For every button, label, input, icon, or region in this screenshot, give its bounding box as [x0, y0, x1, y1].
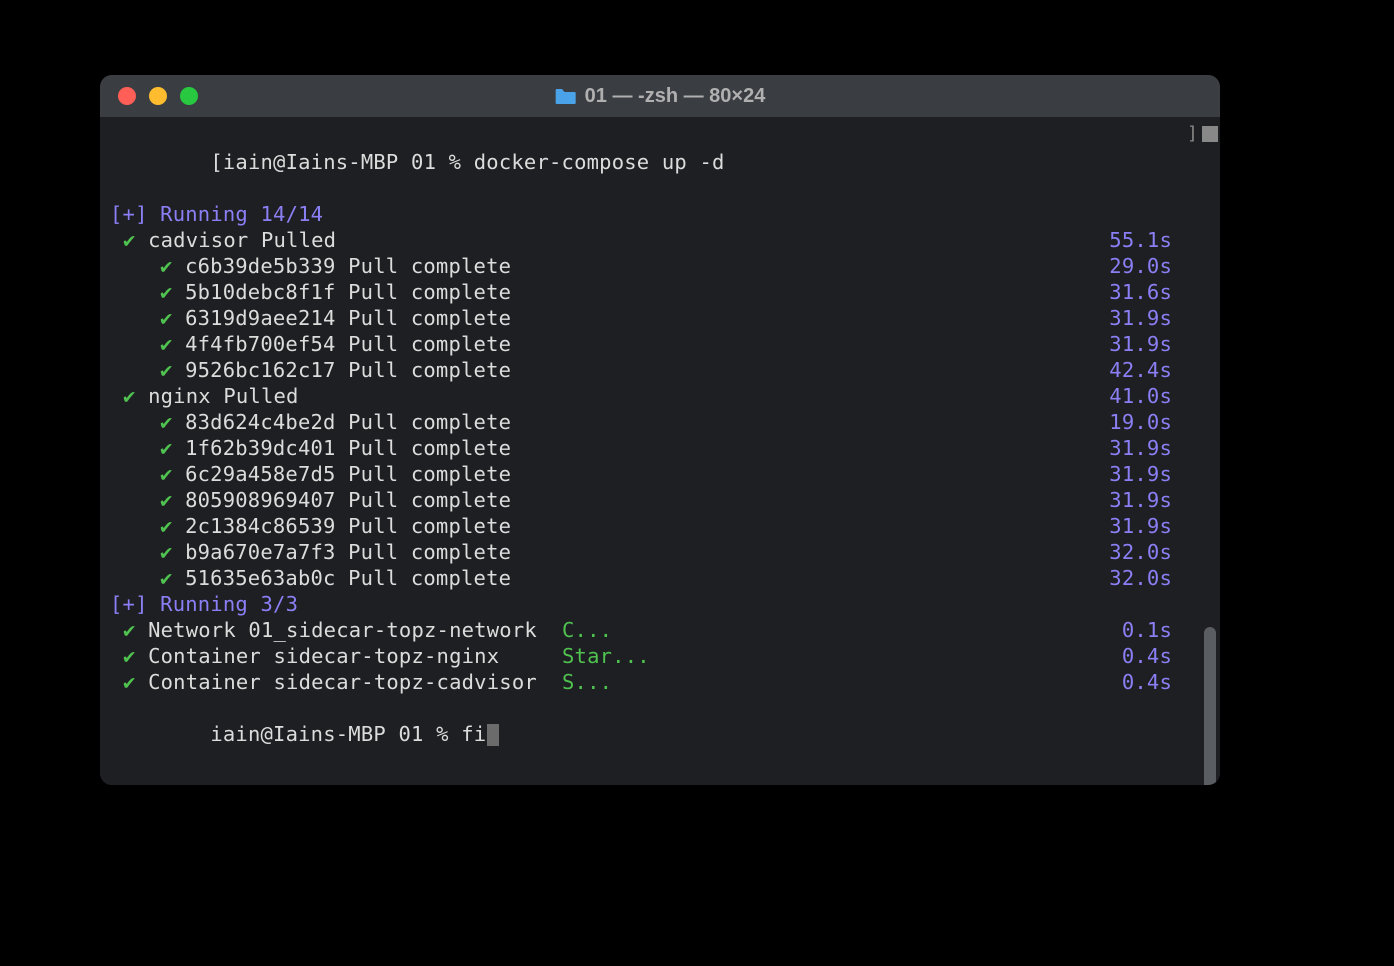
scrollbar[interactable]: [1204, 627, 1216, 785]
pull-item-time: 32.0s: [1109, 565, 1210, 591]
shell-prompt: iain@Iains-MBP 01 %: [223, 150, 474, 174]
pull-item-text: 5b10debc8f1f Pull complete: [185, 280, 511, 304]
pull-item-text: 83d624c4be2d Pull complete: [185, 410, 511, 434]
run-list: ✔ Network 01_sidecar-topz-network C... 0.…: [110, 617, 1210, 695]
check-icon: ✔: [160, 306, 185, 330]
pull-item: ✔ 51635e63ab0c Pull complete 32.0s: [110, 565, 1210, 591]
pull-item: ✔ cadvisor Pulled 55.1s: [110, 227, 1210, 253]
check-icon: ✔: [160, 410, 185, 434]
run-item: ✔ Network 01_sidecar-topz-network C... 0.…: [110, 617, 1210, 643]
run-item: ✔ Container sidecar-topz-cadvisor S... 0.…: [110, 669, 1210, 695]
check-icon: ✔: [160, 514, 185, 538]
check-icon: ✔: [160, 540, 185, 564]
pull-item-text: cadvisor Pulled: [148, 228, 336, 252]
minimize-button[interactable]: [149, 87, 167, 105]
pull-item-text: nginx Pulled: [148, 384, 299, 408]
terminal-body[interactable]: ] [iain@Iains-MBP 01 % docker-compose up…: [100, 117, 1220, 785]
bracket-close: ]: [1187, 121, 1198, 147]
command-line: [iain@Iains-MBP 01 % docker-compose up -…: [110, 123, 1210, 201]
pull-item-text: 4f4fb700ef54 Pull complete: [185, 332, 511, 356]
pull-item: ✔ 1f62b39dc401 Pull complete 31.9s: [110, 435, 1210, 461]
typed-text: fi: [461, 722, 486, 746]
pull-item: ✔ 9526bc162c17 Pull complete 42.4s: [110, 357, 1210, 383]
run-item-time: 0.4s: [1122, 643, 1210, 669]
pull-item: ✔ nginx Pulled 41.0s: [110, 383, 1210, 409]
window-title: 01 — -zsh — 80×24: [555, 85, 766, 108]
pull-item-time: 31.9s: [1109, 331, 1210, 357]
pull-item-time: 55.1s: [1109, 227, 1210, 253]
pull-item-time: 42.4s: [1109, 357, 1210, 383]
pull-item-text: b9a670e7a7f3 Pull complete: [185, 540, 511, 564]
run-item-text: Network 01_sidecar-topz-network: [148, 618, 562, 642]
folder-icon: [555, 87, 577, 105]
traffic-lights: [100, 87, 198, 105]
pull-item-time: 19.0s: [1109, 409, 1210, 435]
check-icon: ✔: [160, 462, 185, 486]
pull-item-time: 31.9s: [1109, 435, 1210, 461]
check-icon: ✔: [160, 566, 185, 590]
pull-item: ✔ 4f4fb700ef54 Pull complete 31.9s: [110, 331, 1210, 357]
check-icon: ✔: [160, 280, 185, 304]
pull-item-text: c6b39de5b339 Pull complete: [185, 254, 511, 278]
shell-prompt-2: iain@Iains-MBP 01 %: [210, 722, 461, 746]
pull-item: ✔ b9a670e7a7f3 Pull complete 32.0s: [110, 539, 1210, 565]
run-item-text: Container sidecar-topz-cadvisor: [148, 670, 562, 694]
pull-item: ✔ c6b39de5b339 Pull complete 29.0s: [110, 253, 1210, 279]
check-icon: ✔: [160, 254, 185, 278]
run-header-text: [+] Running 3/3: [110, 591, 298, 617]
pull-item: ✔ 5b10debc8f1f Pull complete 31.6s: [110, 279, 1210, 305]
pull-item-text: 6c29a458e7d5 Pull complete: [185, 462, 511, 486]
pull-item: ✔ 805908969407 Pull complete 31.9s: [110, 487, 1210, 513]
pull-item: ✔ 2c1384c86539 Pull complete 31.9s: [110, 513, 1210, 539]
terminal-window: 01 — -zsh — 80×24 ] [iain@Iains-MBP 01 %…: [100, 75, 1220, 785]
command-line-2: iain@Iains-MBP 01 % fi: [110, 695, 1210, 773]
run-item-text: Container sidecar-topz-nginx: [148, 644, 562, 668]
pull-item-text: 6319d9aee214 Pull complete: [185, 306, 511, 330]
pull-list: ✔ cadvisor Pulled55.1s✔ c6b39de5b339 Pul…: [110, 227, 1210, 591]
run-item-status: Star...: [562, 644, 650, 668]
pull-header-text: [+] Running 14/14: [110, 201, 323, 227]
pull-item-text: 2c1384c86539 Pull complete: [185, 514, 511, 538]
pull-item-time: 31.9s: [1109, 461, 1210, 487]
check-icon: ✔: [160, 358, 185, 382]
pull-item-time: 41.0s: [1109, 383, 1210, 409]
pull-item: ✔ 83d624c4be2d Pull complete 19.0s: [110, 409, 1210, 435]
check-icon: ✔: [160, 332, 185, 356]
pull-item-time: 29.0s: [1109, 253, 1210, 279]
pull-item: ✔ 6c29a458e7d5 Pull complete 31.9s: [110, 461, 1210, 487]
run-item-time: 0.1s: [1122, 617, 1210, 643]
check-icon: ✔: [123, 384, 148, 408]
pull-item-text: 9526bc162c17 Pull complete: [185, 358, 511, 382]
pull-header: [+] Running 14/14: [110, 201, 1210, 227]
check-icon: ✔: [123, 228, 148, 252]
check-icon: ✔: [123, 618, 148, 642]
pull-item-time: 31.9s: [1109, 305, 1210, 331]
run-item: ✔ Container sidecar-topz-nginx Star... 0.…: [110, 643, 1210, 669]
check-icon: ✔: [123, 670, 148, 694]
pull-item: ✔ 6319d9aee214 Pull complete 31.9s: [110, 305, 1210, 331]
pull-item-text: 805908969407 Pull complete: [185, 488, 511, 512]
run-item-status: C...: [562, 618, 612, 642]
command-text: docker-compose up -d: [474, 150, 725, 174]
maximize-button[interactable]: [180, 87, 198, 105]
pull-item-text: 51635e63ab0c Pull complete: [185, 566, 511, 590]
run-item-status: S...: [562, 670, 612, 694]
check-icon: ✔: [160, 488, 185, 512]
pull-item-time: 31.9s: [1109, 487, 1210, 513]
cursor: [487, 724, 499, 746]
check-icon: ✔: [123, 644, 148, 668]
run-item-time: 0.4s: [1122, 669, 1210, 695]
pull-item-time: 31.6s: [1109, 279, 1210, 305]
scroll-marker: ]: [1187, 121, 1218, 147]
pull-item-text: 1f62b39dc401 Pull complete: [185, 436, 511, 460]
pull-item-time: 31.9s: [1109, 513, 1210, 539]
check-icon: ✔: [160, 436, 185, 460]
bracket-open: [: [210, 150, 223, 174]
run-header: [+] Running 3/3: [110, 591, 1210, 617]
pull-item-time: 32.0s: [1109, 539, 1210, 565]
titlebar: 01 — -zsh — 80×24: [100, 75, 1220, 117]
window-title-text: 01 — -zsh — 80×24: [585, 85, 766, 108]
close-button[interactable]: [118, 87, 136, 105]
scroll-box-icon: [1202, 126, 1218, 142]
